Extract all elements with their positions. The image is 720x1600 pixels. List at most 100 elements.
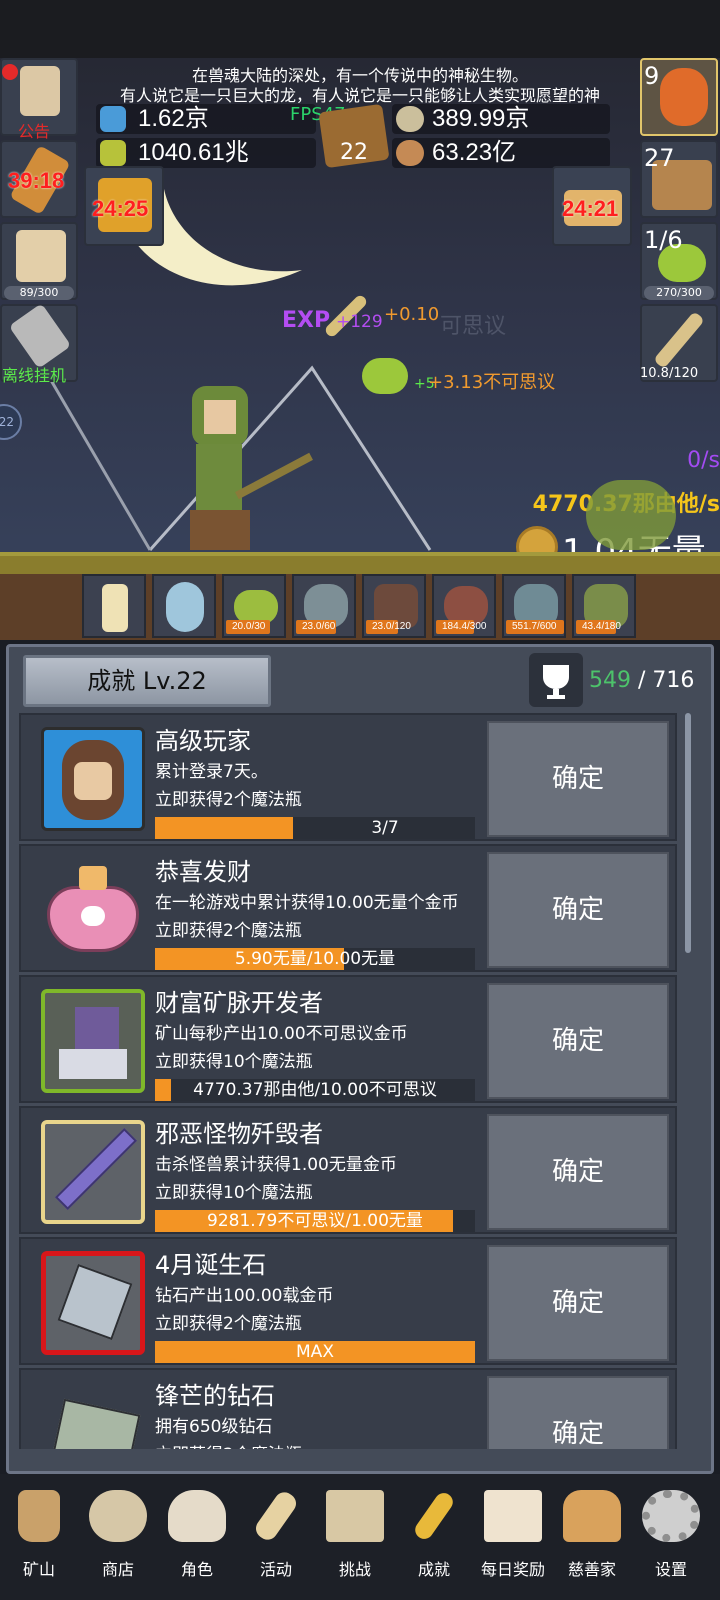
offline-label: 离线挂机	[2, 366, 67, 385]
sword-progress: 10.8/120	[640, 366, 699, 381]
skull-icon	[168, 1490, 226, 1542]
monster-slot-6[interactable]: 43.4/180	[572, 574, 636, 638]
achievement-panel: 成就 Lv.22 549 / 716 高级玩家 累计登录7天。 立即获得2个魔法…	[6, 644, 714, 1474]
confirm-button[interactable]: 确定	[487, 1245, 669, 1361]
silver-coin-resource: 389.99京	[392, 104, 610, 134]
achievement-desc: 在一轮游戏中累计获得10.00无量个金币	[155, 893, 459, 913]
chest-count: 27	[644, 144, 675, 172]
slime-monster-icon	[234, 590, 278, 624]
monster-slot-2[interactable]: 23.0/60	[292, 574, 356, 638]
achievement-row: 恭喜发财 在一轮游戏中累计获得10.00无量个金币 立即获得2个魔法瓶 5.90…	[19, 844, 677, 972]
silver-coin-value: 389.99京	[432, 105, 530, 132]
confirm-button[interactable]: 确定	[487, 1114, 669, 1230]
scroll-icon	[252, 1488, 300, 1544]
goblin-monster	[586, 480, 676, 550]
achievement-row: 财富矿脉开发者 矿山每秒产出10.00不可思议金币 立即获得10个魔法瓶 477…	[19, 975, 677, 1103]
torch-button[interactable]: 39:18	[0, 140, 78, 218]
monster-slot-1[interactable]: 20.0/30	[222, 574, 286, 638]
achievement-title: 高级玩家	[155, 727, 251, 755]
lantern-icon	[18, 1490, 60, 1542]
sword-button[interactable]: 10.8/120	[640, 304, 718, 382]
nav-mine[interactable]: 矿山	[0, 1474, 78, 1600]
nav-label: 设置	[654, 1560, 687, 1579]
nav-achievement[interactable]: 成就	[395, 1474, 473, 1600]
chest-button[interactable]: 27	[640, 140, 718, 218]
achievement-done: 549	[589, 668, 631, 693]
confirm-button[interactable]: 确定	[487, 852, 669, 968]
candle-slot[interactable]	[82, 574, 146, 638]
slime-button[interactable]: 1/6 270/300	[640, 222, 718, 300]
achievement-total: 716	[652, 668, 695, 693]
progress-text: 4770.37那由他/10.00不可思议	[193, 1080, 437, 1100]
green-potion-value: 1040.61兆	[138, 139, 249, 166]
fossil-icon	[89, 1490, 147, 1542]
achievement-reward: 立即获得2个魔法瓶	[155, 790, 302, 810]
achievement-count: 549 / 716	[589, 661, 694, 701]
achievement-row: 高级玩家 累计登录7天。 立即获得2个魔法瓶 3/7 确定	[19, 713, 677, 841]
diamond-icon	[41, 1251, 145, 1355]
grass-strip	[0, 552, 720, 574]
monster-slot-3[interactable]: 23.0/120	[362, 574, 426, 638]
pink-potion-icon	[41, 858, 145, 962]
egg-slot[interactable]	[152, 574, 216, 638]
blue-potion-icon	[100, 106, 126, 132]
achievement-desc: 矿山每秒产出10.00不可思议金币	[155, 1024, 408, 1044]
beer-progress: 89/300	[4, 286, 74, 300]
spellbook-count: 22	[340, 140, 368, 165]
potion-count: 9	[644, 62, 660, 90]
nav-settings[interactable]: 设置	[632, 1474, 710, 1600]
slot-progress: 20.0/30	[226, 620, 270, 634]
treasure-chest-button[interactable]: 24:25	[84, 166, 164, 246]
achievement-progress-bar: 9281.79不可思议/1.00无量	[155, 1210, 475, 1232]
achievement-progress-bar: MAX	[155, 1341, 475, 1363]
faded-popup: 可思议	[440, 314, 507, 339]
nav-shop[interactable]: 商店	[79, 1474, 157, 1600]
blue-potion-resource: 1.62京	[96, 104, 316, 134]
status-bar-area	[0, 0, 720, 58]
offline-idle-button[interactable]: 离线挂机	[0, 303, 78, 385]
egg-icon	[166, 582, 204, 632]
notice-label: 公告	[18, 122, 51, 141]
list-scrollbar[interactable]	[685, 713, 691, 953]
nav-character[interactable]: 角色	[158, 1474, 236, 1600]
achievement-row: 锋芒的钻石 拥有650级钻石 立即获得2个魔法瓶 确定	[19, 1368, 677, 1449]
achievement-progress-bar: 4770.37那由他/10.00不可思议	[155, 1079, 475, 1101]
coin-gain-popup: +3.13不可思议	[428, 372, 556, 393]
beer-button[interactable]: 89/300	[0, 222, 78, 300]
nav-philanthropist[interactable]: 慈善家	[553, 1474, 631, 1600]
nav-challenge[interactable]: 挑战	[316, 1474, 394, 1600]
achievement-progress-bar: 3/7	[155, 817, 475, 839]
confirm-button[interactable]: 确定	[487, 721, 669, 837]
trophy-icon	[529, 653, 583, 707]
bread-timer: 24:21	[562, 196, 619, 221]
achievement-desc: 拥有650级钻石	[155, 1417, 273, 1437]
green-potion-resource: 1040.61兆	[96, 138, 316, 168]
beer-mug-icon	[16, 230, 66, 282]
nav-label: 矿山	[22, 1560, 55, 1579]
confirm-button[interactable]: 确定	[487, 983, 669, 1099]
achievement-reward: 立即获得2个魔法瓶	[155, 921, 302, 941]
slot-progress: 23.0/60	[296, 620, 336, 634]
seed-value: 63.23亿	[432, 139, 517, 166]
map-icon	[326, 1490, 384, 1542]
scroll-notice-icon	[20, 66, 60, 116]
potion-button[interactable]: 9	[640, 58, 718, 136]
exp-gain: +129	[336, 312, 383, 332]
silver-coin-icon	[396, 106, 424, 132]
green-potion-icon	[100, 140, 126, 166]
monster-slot-5[interactable]: 551.7/600	[502, 574, 566, 638]
achievement-list[interactable]: 高级玩家 累计登录7天。 立即获得2个魔法瓶 3/7 确定 恭喜发财 在一轮游戏…	[19, 713, 677, 1449]
purple-sword-icon	[41, 1120, 145, 1224]
hero-face	[204, 400, 236, 434]
slot-progress: 23.0/120	[366, 620, 411, 634]
nav-event[interactable]: 活动	[237, 1474, 315, 1600]
achievement-reward: 立即获得10个魔法瓶	[155, 1183, 313, 1203]
bread-timer-button[interactable]: 24:21	[552, 166, 632, 246]
notice-button[interactable]: 公告	[0, 58, 78, 141]
confirm-button[interactable]: 确定	[487, 1376, 669, 1449]
achievement-title: 恭喜发财	[155, 858, 251, 886]
gain-popup: +0.10	[384, 304, 440, 325]
monster-slot-4[interactable]: 184.4/300	[432, 574, 496, 638]
nav-label: 成就	[417, 1560, 450, 1579]
nav-daily-reward[interactable]: 每日奖励	[474, 1474, 552, 1600]
